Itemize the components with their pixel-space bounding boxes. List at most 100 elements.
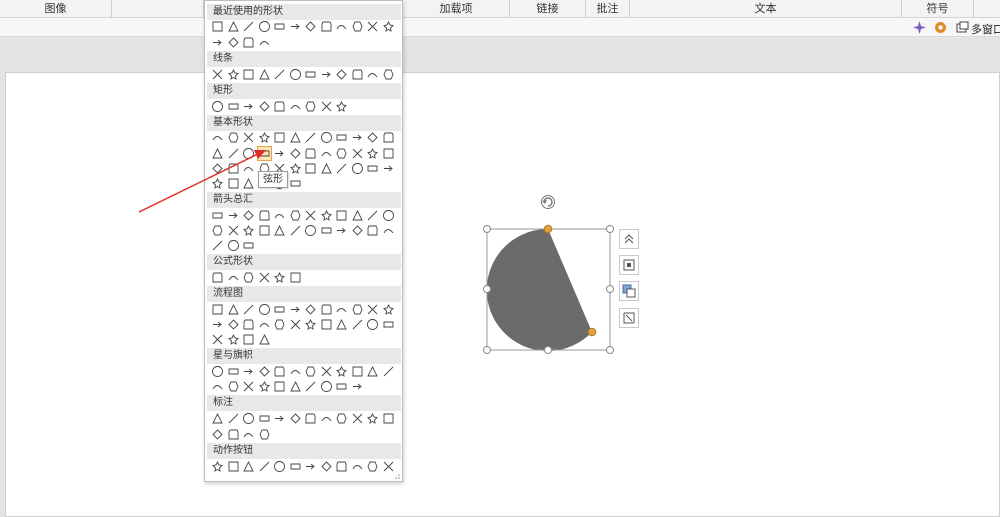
shape-option-icon[interactable] bbox=[335, 224, 348, 237]
shape-option-icon[interactable] bbox=[258, 100, 271, 113]
shape-option-icon[interactable] bbox=[289, 162, 302, 175]
shape-option-icon[interactable] bbox=[320, 380, 333, 393]
shape-option-icon[interactable] bbox=[273, 318, 286, 331]
shape-option-icon[interactable] bbox=[258, 318, 271, 331]
shape-option-icon[interactable] bbox=[242, 428, 255, 441]
shape-option-icon[interactable] bbox=[366, 209, 379, 222]
shape-option-icon[interactable] bbox=[335, 131, 348, 144]
shape-option-icon[interactable] bbox=[227, 428, 240, 441]
shape-option-icon[interactable] bbox=[211, 131, 224, 144]
shape-option-icon[interactable] bbox=[258, 209, 271, 222]
shape-option-icon[interactable] bbox=[351, 365, 364, 378]
shape-option-icon[interactable] bbox=[289, 177, 302, 190]
shape-option-icon[interactable] bbox=[242, 209, 255, 222]
shape-option-icon[interactable] bbox=[227, 333, 240, 346]
shape-option-icon[interactable] bbox=[320, 318, 333, 331]
shape-option-icon[interactable] bbox=[242, 333, 255, 346]
shape-option-icon[interactable] bbox=[320, 100, 333, 113]
shape-option-icon[interactable] bbox=[242, 36, 255, 49]
shape-option-icon[interactable] bbox=[242, 100, 255, 113]
shape-option-icon[interactable] bbox=[273, 224, 286, 237]
shape-option-icon[interactable] bbox=[366, 131, 379, 144]
shape-option-icon[interactable] bbox=[335, 162, 348, 175]
gear-icon[interactable] bbox=[933, 20, 948, 35]
shape-option-icon[interactable] bbox=[382, 365, 395, 378]
shape-option-icon[interactable] bbox=[289, 131, 302, 144]
shape-option-icon[interactable] bbox=[242, 303, 255, 316]
shape-option-icon[interactable] bbox=[289, 460, 302, 473]
shape-option-icon[interactable] bbox=[289, 224, 302, 237]
shape-option-icon[interactable] bbox=[227, 131, 240, 144]
shape-option-icon[interactable] bbox=[351, 318, 364, 331]
shape-option-icon[interactable] bbox=[273, 365, 286, 378]
shape-option-icon[interactable] bbox=[227, 100, 240, 113]
shape-option-icon[interactable] bbox=[335, 20, 348, 33]
shape-option-icon[interactable] bbox=[320, 131, 333, 144]
shape-option-icon[interactable] bbox=[289, 365, 302, 378]
shapes-dropdown-panel[interactable]: 最近使用的形状 线条 矩形 基本形状 箭头总汇 公式形状 流程图 星与旗帜 标注… bbox=[204, 0, 403, 482]
shape-option-icon[interactable] bbox=[227, 177, 240, 190]
shape-option-icon[interactable] bbox=[227, 365, 240, 378]
shape-option-icon[interactable] bbox=[351, 303, 364, 316]
shape-option-icon[interactable] bbox=[289, 380, 302, 393]
shape-option-icon[interactable] bbox=[304, 100, 317, 113]
shape-option-icon[interactable] bbox=[304, 412, 317, 425]
shape-option-icon[interactable] bbox=[289, 68, 302, 81]
sparkle-icon[interactable] bbox=[912, 20, 927, 35]
shape-option-icon[interactable] bbox=[273, 271, 286, 284]
shape-option-icon[interactable] bbox=[335, 365, 348, 378]
shape-option-icon[interactable] bbox=[351, 147, 364, 160]
shape-outline-button[interactable] bbox=[619, 281, 639, 301]
shape-option-icon[interactable] bbox=[227, 36, 240, 49]
shape-option-icon[interactable] bbox=[382, 209, 395, 222]
shape-option-icon[interactable] bbox=[366, 303, 379, 316]
shape-option-icon[interactable] bbox=[242, 131, 255, 144]
shape-option-icon[interactable] bbox=[289, 318, 302, 331]
shape-option-icon[interactable] bbox=[227, 147, 240, 160]
shape-option-icon[interactable] bbox=[366, 147, 379, 160]
shape-option-icon[interactable] bbox=[304, 303, 317, 316]
shape-option-icon[interactable] bbox=[211, 68, 224, 81]
shape-option-icon[interactable] bbox=[211, 303, 224, 316]
shape-option-icon[interactable] bbox=[320, 412, 333, 425]
shape-option-icon[interactable] bbox=[227, 68, 240, 81]
shape-option-icon[interactable] bbox=[304, 147, 317, 160]
shape-option-icon[interactable] bbox=[382, 303, 395, 316]
shape-option-icon[interactable] bbox=[227, 303, 240, 316]
shape-option-icon[interactable] bbox=[382, 162, 395, 175]
shape-option-icon[interactable] bbox=[273, 303, 286, 316]
shape-option-icon[interactable] bbox=[366, 68, 379, 81]
shape-option-icon[interactable] bbox=[289, 271, 302, 284]
shape-option-icon[interactable] bbox=[351, 209, 364, 222]
shape-option-icon[interactable] bbox=[366, 318, 379, 331]
shape-option-icon[interactable] bbox=[335, 100, 348, 113]
shape-option-icon[interactable] bbox=[366, 224, 379, 237]
shape-option-icon[interactable] bbox=[335, 303, 348, 316]
shape-option-icon[interactable] bbox=[258, 380, 271, 393]
shape-option-icon[interactable] bbox=[335, 412, 348, 425]
shape-option-icon[interactable] bbox=[382, 20, 395, 33]
shape-option-icon[interactable] bbox=[211, 460, 224, 473]
shape-option-icon[interactable] bbox=[273, 68, 286, 81]
shape-option-icon[interactable] bbox=[320, 224, 333, 237]
shape-option-icon[interactable] bbox=[335, 209, 348, 222]
shape-option-icon[interactable] bbox=[273, 209, 286, 222]
shape-option-icon[interactable] bbox=[258, 412, 271, 425]
shape-option-icon[interactable] bbox=[227, 20, 240, 33]
shape-option-icon[interactable] bbox=[382, 460, 395, 473]
shape-option-icon[interactable] bbox=[304, 131, 317, 144]
shape-option-icon[interactable] bbox=[242, 224, 255, 237]
shape-option-icon[interactable] bbox=[242, 20, 255, 33]
shape-option-icon[interactable] bbox=[304, 162, 317, 175]
shape-option-icon[interactable] bbox=[258, 224, 271, 237]
shape-option-icon[interactable] bbox=[273, 20, 286, 33]
shape-option-icon[interactable] bbox=[273, 131, 286, 144]
shape-option-icon[interactable] bbox=[273, 100, 286, 113]
shape-option-icon[interactable] bbox=[366, 365, 379, 378]
shape-option-icon[interactable] bbox=[366, 412, 379, 425]
shape-option-icon[interactable] bbox=[227, 239, 240, 252]
shape-option-icon[interactable] bbox=[242, 318, 255, 331]
shape-option-icon[interactable] bbox=[351, 460, 364, 473]
shape-option-icon[interactable] bbox=[382, 412, 395, 425]
shape-option-icon[interactable] bbox=[382, 224, 395, 237]
